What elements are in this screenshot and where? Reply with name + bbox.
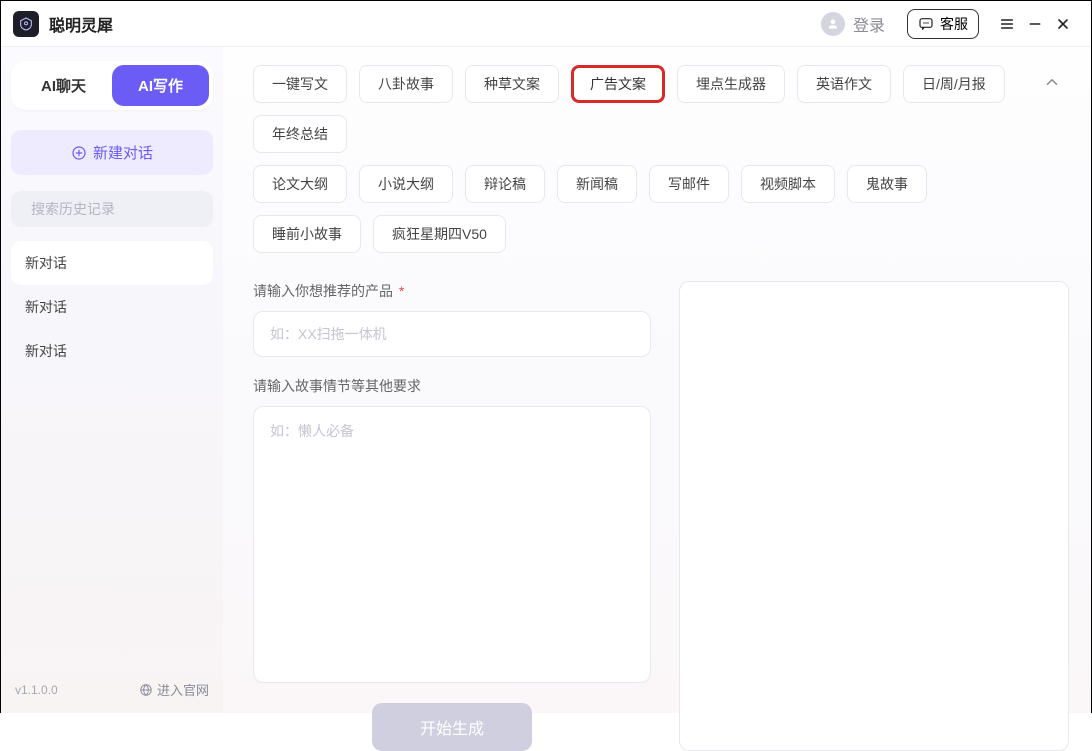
menu-icon (999, 16, 1015, 32)
conversation-item[interactable]: 新对话 (11, 329, 213, 373)
output-panel (679, 281, 1069, 751)
globe-icon (139, 683, 153, 697)
conversation-item[interactable]: 新对话 (11, 241, 213, 285)
template-tag[interactable]: 疯狂星期四V50 (373, 215, 506, 253)
tag-row-2: 论文大纲小说大纲辩论稿新闻稿写邮件视频脚本鬼故事睡前小故事疯狂星期四V50 (253, 165, 1017, 253)
template-tag[interactable]: 埋点生成器 (677, 65, 785, 103)
version-label: v1.1.0.0 (15, 683, 58, 697)
required-star: * (395, 283, 404, 299)
conversation-item[interactable]: 新对话 (11, 285, 213, 329)
template-tag[interactable]: 英语作文 (797, 65, 891, 103)
tab-ai-write[interactable]: AI写作 (112, 65, 209, 106)
search-history-box[interactable] (11, 191, 213, 227)
form-right-column (679, 281, 1069, 751)
app-logo (13, 11, 39, 37)
official-site-link[interactable]: 进入官网 (139, 680, 209, 699)
minimize-icon (1027, 16, 1043, 32)
template-tag[interactable]: 论文大纲 (253, 165, 347, 203)
search-input[interactable] (31, 201, 212, 217)
service-label: 客服 (940, 14, 968, 34)
template-tag-area: 一键写文八卦故事种草文案广告文案埋点生成器英语作文日/周/月报年终总结 论文大纲… (253, 65, 1069, 253)
collapse-tags-button[interactable] (1035, 65, 1069, 99)
chevron-up-icon (1043, 73, 1061, 91)
mode-tab-switch: AI聊天 AI写作 (11, 61, 213, 110)
form-area: 请输入你想推荐的产品 * 请输入故事情节等其他要求 开始生成 (253, 281, 1069, 751)
login-label: 登录 (853, 12, 885, 36)
main-panel: 一键写文八卦故事种草文案广告文案埋点生成器英语作文日/周/月报年终总结 论文大纲… (223, 47, 1091, 713)
conversation-list: 新对话新对话新对话 (11, 241, 213, 373)
template-tag[interactable]: 视频脚本 (741, 165, 835, 203)
tag-row-1: 一键写文八卦故事种草文案广告文案埋点生成器英语作文日/周/月报年终总结 (253, 65, 1017, 153)
template-tag[interactable]: 小说大纲 (359, 165, 453, 203)
story-textarea[interactable] (253, 406, 651, 683)
product-input[interactable] (253, 311, 651, 357)
template-tag[interactable]: 鬼故事 (847, 165, 927, 203)
plus-circle-icon (71, 145, 87, 161)
template-tag[interactable]: 一键写文 (253, 65, 347, 103)
template-tag[interactable]: 八卦故事 (359, 65, 453, 103)
menu-button[interactable] (993, 10, 1021, 38)
template-tag[interactable]: 年终总结 (253, 115, 347, 153)
close-button[interactable] (1049, 10, 1077, 38)
template-tag[interactable]: 睡前小故事 (253, 215, 361, 253)
new-chat-label: 新建对话 (93, 142, 153, 163)
sidebar-footer: v1.1.0.0 进入官网 (11, 674, 213, 703)
template-tag[interactable]: 日/周/月报 (903, 65, 1005, 103)
template-tag[interactable]: 种草文案 (465, 65, 559, 103)
chat-bubble-icon (918, 16, 934, 32)
customer-service-button[interactable]: 客服 (907, 9, 979, 39)
form-left-column: 请输入你想推荐的产品 * 请输入故事情节等其他要求 开始生成 (253, 281, 651, 751)
template-tag[interactable]: 新闻稿 (557, 165, 637, 203)
avatar-icon (821, 12, 845, 36)
minimize-button[interactable] (1021, 10, 1049, 38)
logo-icon (18, 16, 34, 32)
generate-button[interactable]: 开始生成 (372, 703, 532, 751)
template-tag[interactable]: 写邮件 (649, 165, 729, 203)
template-tag[interactable]: 辩论稿 (465, 165, 545, 203)
close-icon (1055, 16, 1071, 32)
official-label: 进入官网 (157, 680, 209, 699)
product-field-label: 请输入你想推荐的产品 * (253, 281, 651, 301)
title-bar: 聪明灵犀 登录 客服 (1, 1, 1091, 47)
story-field-label: 请输入故事情节等其他要求 (253, 376, 651, 396)
login-button[interactable]: 登录 (821, 12, 885, 36)
new-chat-button[interactable]: 新建对话 (11, 130, 213, 175)
tab-ai-chat[interactable]: AI聊天 (15, 65, 112, 106)
app-title: 聪明灵犀 (49, 12, 113, 36)
sidebar: AI聊天 AI写作 新建对话 新对话新对话新对话 v1.1.0.0 进入官网 (1, 47, 223, 713)
template-tag[interactable]: 广告文案 (571, 65, 665, 103)
